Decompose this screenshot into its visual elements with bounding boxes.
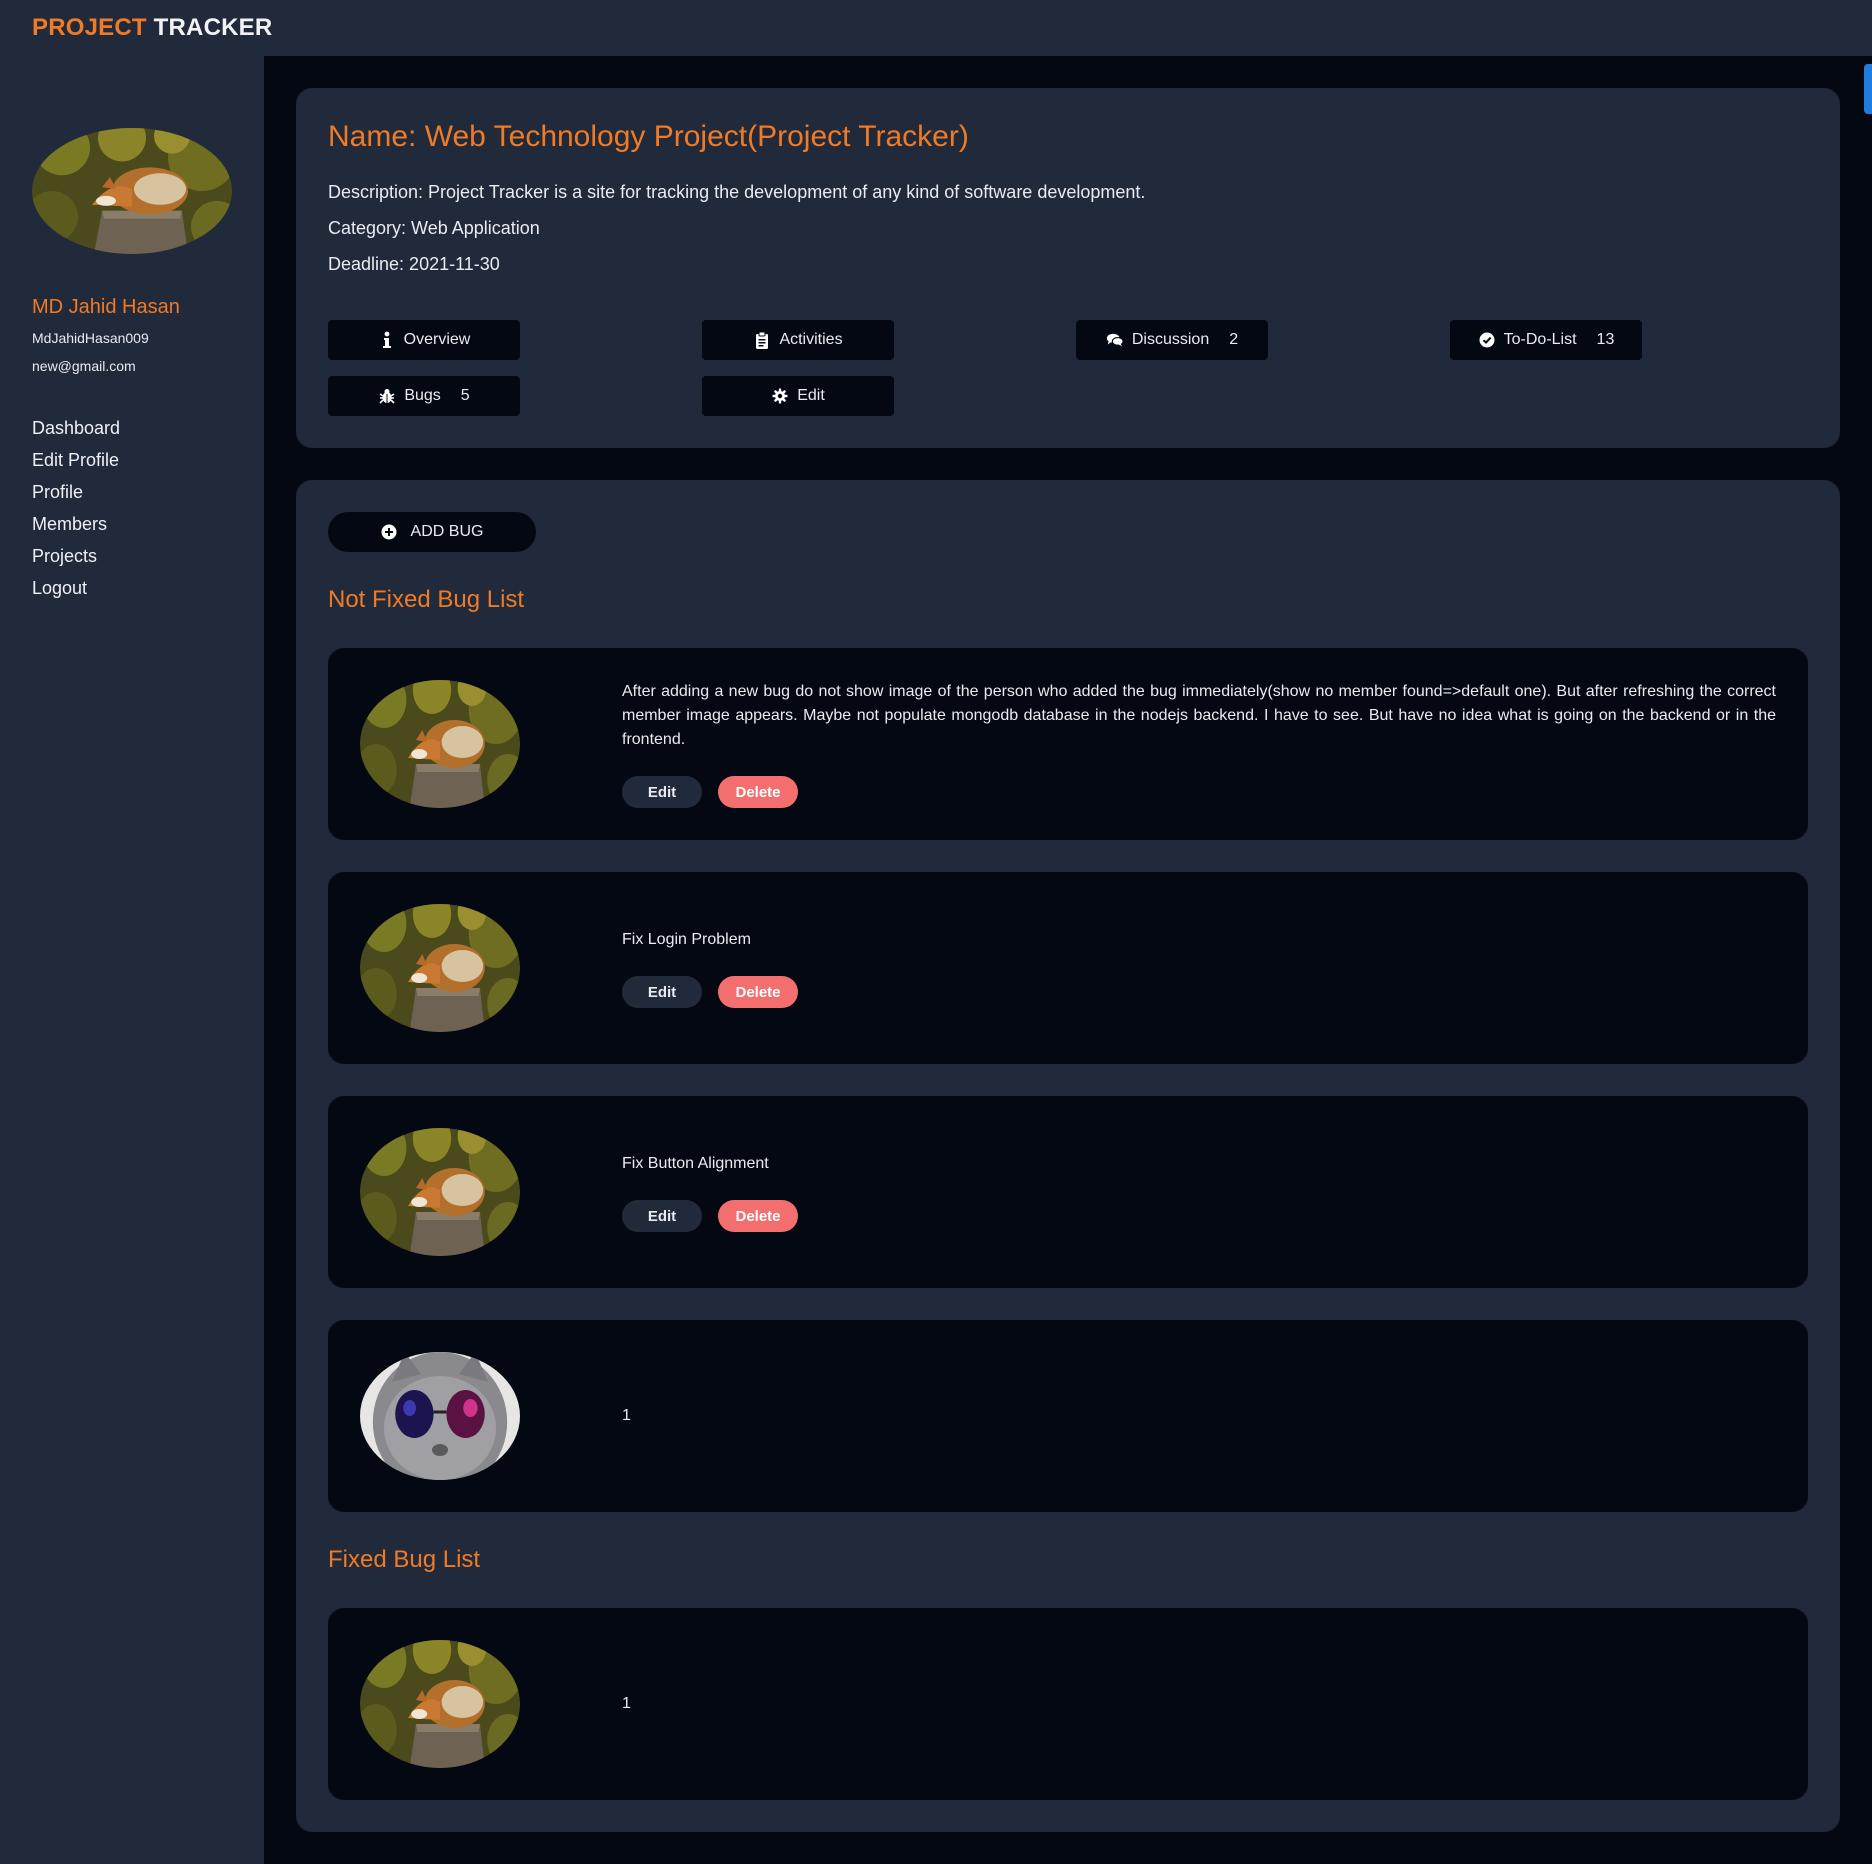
overview-label: Overview [403, 331, 471, 348]
bugs-label: Bugs [404, 387, 441, 404]
bug-item: 1 [328, 1320, 1808, 1512]
add-bug-label: ADD BUG [410, 523, 484, 540]
plus-circle-icon [381, 524, 397, 540]
edit-project-button[interactable]: Edit [702, 376, 894, 416]
bug-description: 1 [622, 1407, 631, 1424]
project-deadline: Deadline: 2021-11-30 [328, 254, 500, 274]
todo-list-label: To-Do-List [1503, 331, 1577, 348]
fixed-title: Fixed Bug List [328, 1546, 481, 1573]
bug-edit-button[interactable]: Edit [622, 776, 702, 808]
bug-description: After adding a new bug do not show image… [622, 683, 1776, 748]
todo-list-count: 13 [1596, 331, 1615, 348]
project-description: Description: Project Tracker is a site f… [328, 182, 1146, 202]
activities-button[interactable]: Activities [702, 320, 894, 360]
scroll-indicator[interactable] [1864, 64, 1872, 114]
discussion-label: Discussion [1131, 331, 1210, 348]
overview-button[interactable]: Overview [328, 320, 520, 360]
nav-projects[interactable]: Projects [32, 540, 120, 572]
bug-reporter-avatar [360, 1352, 520, 1480]
bug-edit-button[interactable]: Edit [622, 976, 702, 1008]
nav-logout[interactable]: Logout [32, 572, 120, 604]
discussion-button[interactable]: Discussion 2 [1076, 320, 1268, 360]
user-name: MD Jahid Hasan [32, 296, 180, 318]
bug-reporter-avatar [360, 904, 520, 1032]
bugs-button[interactable]: Bugs 5 [328, 376, 520, 416]
bug-icon [378, 387, 396, 405]
user-handle: MdJahidHasan009 [32, 330, 149, 346]
bugs-count: 5 [460, 387, 470, 404]
sidebar-nav: Dashboard Edit Profile Profile Members P… [32, 412, 120, 604]
bug-edit-button[interactable]: Edit [622, 1200, 702, 1232]
bug-delete-button[interactable]: Delete [718, 976, 798, 1008]
clipboard-icon [753, 331, 771, 349]
add-bug-button[interactable]: ADD BUG [328, 512, 536, 552]
bug-item: Fix Button Alignment Edit Delete [328, 1096, 1808, 1288]
discussion-count: 2 [1229, 331, 1239, 348]
brand-logo[interactable]: PROJECT TRACKER [32, 14, 272, 42]
bug-delete-button[interactable]: Delete [718, 1200, 798, 1232]
project-title: Name: Web Technology Project(Project Tra… [328, 120, 969, 153]
todo-list-button[interactable]: To-Do-List 13 [1450, 320, 1642, 360]
bug-reporter-avatar [360, 1128, 520, 1256]
activities-label: Activities [779, 331, 843, 348]
bug-delete-button[interactable]: Delete [718, 776, 798, 808]
bug-item: After adding a new bug do not show image… [328, 648, 1808, 840]
bug-description: Fix Button Alignment [622, 1155, 769, 1172]
fixed-bug-item: 1 [328, 1608, 1808, 1800]
nav-profile[interactable]: Profile [32, 476, 120, 508]
bug-item: Fix Login Problem Edit Delete [328, 872, 1808, 1064]
not-fixed-title: Not Fixed Bug List [328, 586, 525, 613]
bug-reporter-avatar [360, 680, 520, 808]
user-avatar [32, 128, 232, 254]
brand-part1: PROJECT [32, 14, 147, 41]
nav-edit-profile[interactable]: Edit Profile [32, 444, 120, 476]
user-email: new@gmail.com [32, 358, 136, 374]
nav-dashboard[interactable]: Dashboard [32, 412, 120, 444]
info-icon [378, 331, 396, 349]
top-bar: PROJECT TRACKER [0, 0, 1872, 56]
bugs-card: ADD BUG Not Fixed Bug List After adding … [296, 480, 1840, 1832]
check-circle-icon [1478, 331, 1496, 349]
project-category: Category: Web Application [328, 218, 540, 238]
gear-icon [771, 387, 789, 405]
edit-project-label: Edit [797, 387, 825, 404]
bug-description: 1 [622, 1695, 631, 1712]
brand-part2: TRACKER [153, 14, 273, 41]
project-card: Name: Web Technology Project(Project Tra… [296, 88, 1840, 448]
nav-members[interactable]: Members [32, 508, 120, 540]
comments-icon [1106, 331, 1124, 349]
sidebar: MD Jahid Hasan MdJahidHasan009 new@gmail… [0, 56, 264, 1864]
bug-description: Fix Login Problem [622, 931, 751, 948]
bug-reporter-avatar [360, 1640, 520, 1768]
